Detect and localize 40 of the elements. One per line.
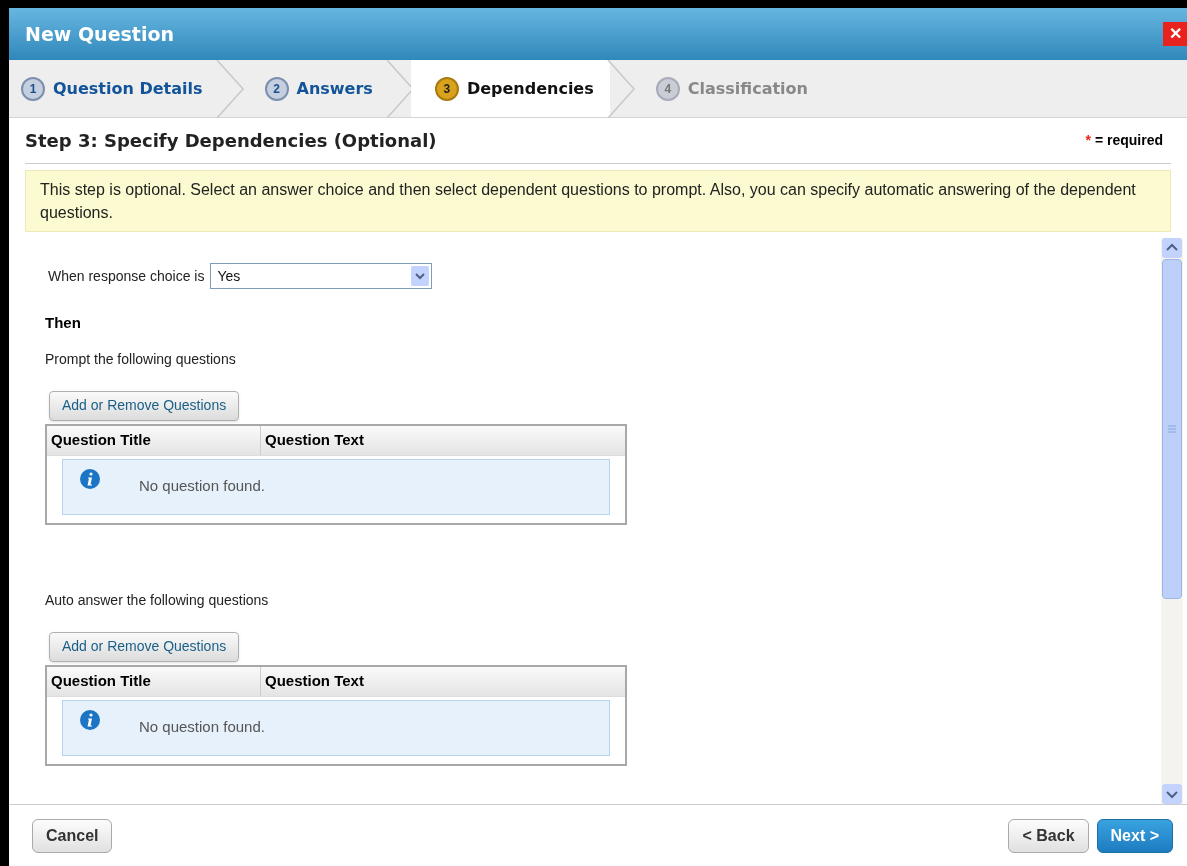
- step-heading: Step 3: Specify Dependencies (Optional): [25, 129, 437, 153]
- column-header: Question Title: [47, 425, 261, 455]
- window-title: New Question: [25, 21, 174, 47]
- required-mark: *: [1085, 131, 1091, 150]
- back-button[interactable]: < Back: [1008, 818, 1089, 853]
- chevron-down-icon: [411, 266, 430, 286]
- required-note: = required: [1094, 131, 1163, 150]
- step-number: 3: [434, 76, 459, 101]
- step-label: Dependencies: [466, 77, 594, 100]
- add-remove-button[interactable]: Add or Remove Questions: [49, 631, 240, 662]
- scroll-down-icon[interactable]: [1162, 784, 1182, 804]
- response-dropdown[interactable]: Yes: [210, 263, 433, 289]
- info-icon: [79, 708, 101, 731]
- section-label: Auto answer the following questions: [45, 590, 270, 610]
- scroll-up-icon[interactable]: [1162, 238, 1182, 258]
- empty-message: No question found.: [139, 717, 265, 738]
- next-button[interactable]: Next >: [1096, 818, 1173, 853]
- empty-message: No question found.: [139, 476, 265, 497]
- close-button[interactable]: ✕: [1163, 22, 1187, 46]
- step-tab[interactable]: 1 Question Details: [9, 60, 219, 117]
- step-label: Question Details: [53, 77, 203, 100]
- step-label: Answers: [296, 77, 373, 100]
- column-header: Question Title: [47, 666, 261, 696]
- step-tab[interactable]: 3 Dependencies: [410, 60, 610, 117]
- add-remove-button[interactable]: Add or Remove Questions: [49, 390, 240, 421]
- column-header: Question Text: [264, 670, 365, 691]
- response-label: When response choice is: [48, 266, 205, 286]
- info-icon: [79, 467, 101, 490]
- step-number: 1: [21, 76, 45, 101]
- scrollbar[interactable]: [1161, 238, 1183, 804]
- info-banner: This step is optional. Select an answer choice and then select dependent questions to prompt. Also, you can specify automatic answering of the dependent questions.: [25, 170, 1171, 232]
- step-number: 2: [264, 76, 289, 101]
- step-number: 4: [655, 76, 680, 101]
- cancel-button[interactable]: Cancel: [32, 818, 113, 853]
- step-label: Classification: [687, 77, 808, 100]
- step-tab[interactable]: 2 Answers: [240, 60, 389, 117]
- scroll-thumb[interactable]: [1162, 259, 1182, 599]
- then-label: Then: [45, 313, 82, 333]
- column-header: Question Text: [264, 429, 365, 450]
- section-label: Prompt the following questions: [45, 349, 237, 369]
